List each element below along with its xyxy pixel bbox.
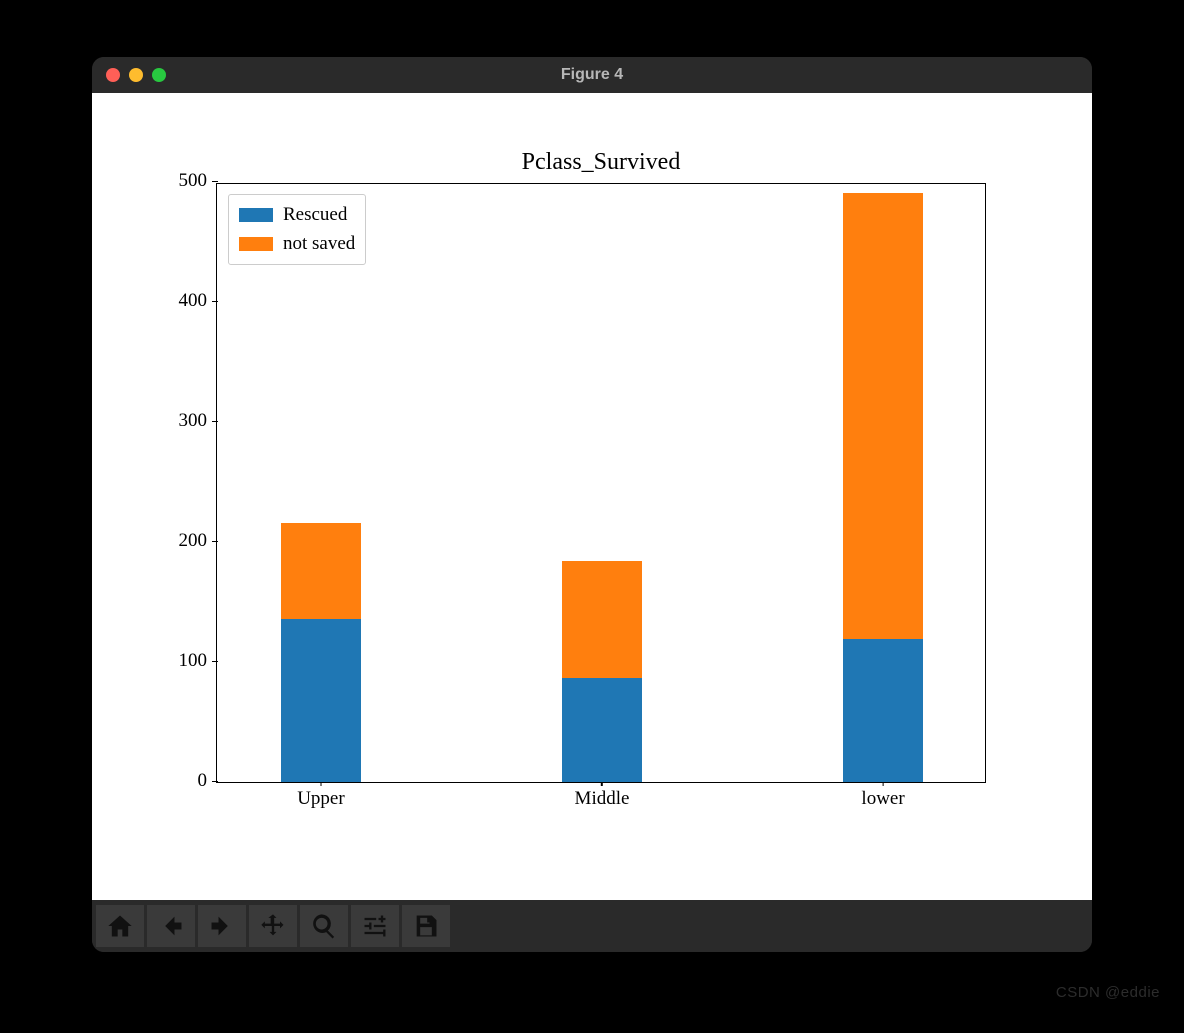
y-tick-label: 0 [198,770,208,792]
x-tick: Upper [297,788,344,810]
forward-button[interactable] [198,905,246,947]
x-tick-label: Middle [575,788,630,809]
figure-window: Figure 4 Pclass_Survived Rescued not sav… [92,57,1092,952]
watermark: CSDN @eddie [1056,984,1160,1001]
matplotlib-toolbar [92,900,1092,952]
chart-title: Pclass_Survived [216,149,986,176]
minimize-button[interactable] [129,68,143,82]
move-icon [259,912,287,940]
y-tick-label: 300 [179,410,208,432]
x-tick-label: lower [861,788,904,809]
pan-button[interactable] [249,905,297,947]
bar-segment [562,561,643,677]
arrow-left-icon [157,912,185,940]
x-tick-label: Upper [297,788,344,809]
legend: Rescued not saved [228,194,366,265]
y-tick-label: 400 [179,290,208,312]
legend-item-rescued: Rescued [239,201,355,230]
x-tick: lower [861,788,904,810]
plot-area: Pclass_Survived Rescued not saved 010020… [92,93,1092,900]
home-icon [106,912,134,940]
y-tick-label: 500 [179,170,208,192]
chart-axes: Rescued not saved 0100200300400500UpperM… [216,183,986,783]
close-button[interactable] [106,68,120,82]
bar-segment [281,619,362,782]
home-button[interactable] [96,905,144,947]
maximize-button[interactable] [152,68,166,82]
back-button[interactable] [147,905,195,947]
legend-label-rescued: Rescued [283,201,347,230]
bar-segment [562,678,643,782]
save-button[interactable] [402,905,450,947]
traffic-lights [106,68,166,82]
legend-swatch-notsaved [239,237,273,251]
window-title: Figure 4 [92,66,1092,84]
y-tick-label: 200 [179,530,208,552]
configure-subplots-button[interactable] [351,905,399,947]
legend-label-notsaved: not saved [283,230,355,259]
bar-lower [843,193,924,782]
save-icon [412,912,440,940]
titlebar: Figure 4 [92,57,1092,93]
y-tick-label: 100 [179,650,208,672]
bar-segment [843,193,924,639]
legend-item-notsaved: not saved [239,230,355,259]
bar-middle [562,561,643,782]
legend-swatch-rescued [239,208,273,222]
bar-segment [843,639,924,782]
zoom-icon [310,912,338,940]
sliders-icon [361,912,389,940]
bar-upper [281,523,362,782]
zoom-button[interactable] [300,905,348,947]
bar-segment [281,523,362,619]
x-tick: Middle [575,788,630,810]
arrow-right-icon [208,912,236,940]
